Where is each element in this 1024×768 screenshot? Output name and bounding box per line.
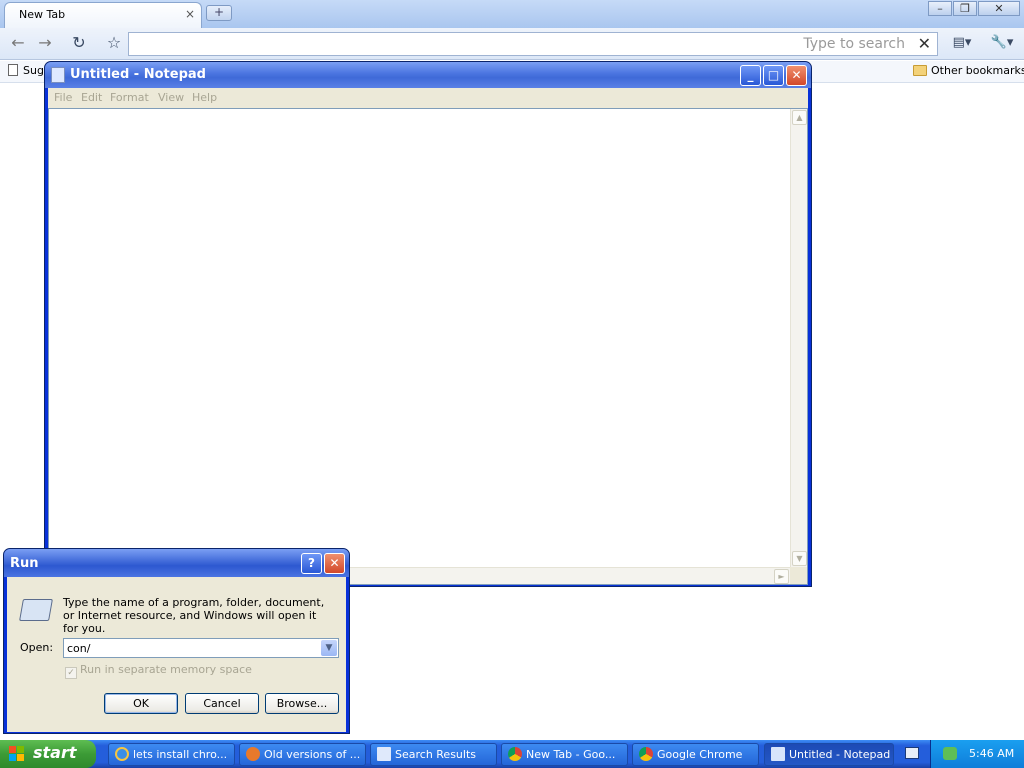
chevron-down-icon[interactable]: ▼ (321, 640, 337, 656)
menu-file[interactable]: File (54, 91, 72, 104)
system-tray: 5:46 AM (930, 740, 1024, 768)
cancel-button[interactable]: Cancel (185, 693, 259, 714)
keyboard-icon[interactable] (905, 747, 919, 759)
taskbar-item-label: Google Chrome (657, 748, 743, 761)
notepad-close-button[interactable]: ✕ (786, 65, 807, 86)
notepad-title-bar[interactable]: Untitled - Notepad _ □ ✕ (45, 62, 811, 88)
run-body: Type the name of a program, folder, docu… (7, 577, 346, 732)
ok-button[interactable]: OK (104, 693, 178, 714)
taskbar-item-old-versions[interactable]: Old versions of ... (239, 743, 366, 766)
taskbar-item-ie[interactable]: lets install chro... (108, 743, 235, 766)
bookmark-item[interactable]: Sug (8, 64, 44, 77)
browser-restore-button[interactable]: ❐ (953, 1, 977, 16)
taskbar-item-label: Untitled - Notepad (789, 748, 891, 761)
menu-help[interactable]: Help (192, 91, 217, 104)
clear-icon[interactable]: ✕ (918, 34, 931, 53)
run-program-icon (19, 599, 53, 621)
tab-strip: New Tab × + – ❐ ✕ (0, 0, 1024, 28)
page-menu-button[interactable]: ▤▾ (946, 32, 978, 56)
tab-new-tab[interactable]: New Tab × (4, 2, 202, 28)
help-button[interactable]: ? (301, 553, 322, 574)
bookmark-star-icon[interactable]: ☆ (101, 32, 127, 56)
open-input[interactable] (67, 640, 317, 656)
menu-edit[interactable]: Edit (81, 91, 102, 104)
notepad-icon (51, 67, 65, 83)
notepad-icon (771, 747, 785, 761)
search-results-icon (377, 747, 391, 761)
taskbar-item-label: Old versions of ... (264, 748, 361, 761)
tab-close-icon[interactable]: × (185, 7, 195, 21)
network-icon[interactable] (943, 747, 957, 760)
firefox-icon (246, 747, 260, 761)
taskbar-item-search-results[interactable]: Search Results (370, 743, 497, 766)
address-input[interactable] (133, 35, 783, 53)
taskbar-item-google-chrome[interactable]: Google Chrome (632, 743, 759, 766)
windows-logo-icon (9, 746, 26, 762)
forward-button[interactable]: → (32, 32, 58, 56)
start-label: start (33, 743, 77, 762)
run-dialog: Run ? ✕ Type the name of a program, fold… (3, 548, 350, 734)
chrome-icon (508, 747, 522, 761)
menu-format[interactable]: Format (110, 91, 149, 104)
separate-memory-checkbox: ✓ Run in separate memory space (65, 663, 252, 679)
reload-button[interactable]: ↻ (66, 32, 92, 56)
taskbar-item-new-tab[interactable]: New Tab - Goo... (501, 743, 628, 766)
notepad-text-area[interactable]: ▲ ▼ ► (48, 108, 808, 585)
back-button[interactable]: ← (5, 32, 31, 56)
run-close-button[interactable]: ✕ (324, 553, 345, 574)
scroll-down-icon[interactable]: ▼ (792, 551, 807, 566)
open-label: Open: (20, 641, 54, 654)
run-description: Type the name of a program, folder, docu… (63, 596, 325, 635)
omnibox[interactable]: Type to search ✕ (128, 32, 938, 56)
start-button[interactable]: start (0, 740, 96, 768)
scroll-right-icon[interactable]: ► (774, 569, 789, 584)
notepad-title: Untitled - Notepad (70, 67, 206, 82)
browser-toolbar: ← → ↻ ☆ Type to search ✕ ▤▾ 🔧▾ (0, 28, 1024, 60)
resize-grip-icon[interactable] (790, 567, 807, 584)
browser-minimize-button[interactable]: – (928, 1, 952, 16)
browse-button[interactable]: Browse... (265, 693, 339, 714)
tab-title: New Tab (19, 8, 66, 21)
taskbar-item-label: lets install chro... (133, 748, 228, 761)
checkbox-label: Run in separate memory space (80, 663, 252, 676)
other-bookmarks-button[interactable]: Other bookmarks (913, 64, 1024, 77)
run-title: Run (10, 556, 39, 571)
chrome-icon (639, 747, 653, 761)
taskbar: start lets install chro... Old versions … (0, 740, 1024, 768)
notepad-menu-bar: File Edit Format View Help (48, 88, 808, 108)
checkbox-check-icon: ✓ (65, 667, 77, 679)
menu-view[interactable]: View (158, 91, 184, 104)
wrench-menu-button[interactable]: 🔧▾ (984, 32, 1020, 56)
notepad-maximize-button[interactable]: □ (763, 65, 784, 86)
bookmark-label: Sug (23, 64, 44, 77)
taskbar-item-label: New Tab - Goo... (526, 748, 616, 761)
open-combobox[interactable]: ▼ (63, 638, 339, 658)
other-bookmarks-label: Other bookmarks (931, 64, 1024, 77)
new-tab-button[interactable]: + (206, 5, 232, 21)
browser-close-button[interactable]: ✕ (978, 1, 1020, 16)
page-icon (8, 64, 18, 76)
folder-icon (913, 65, 927, 76)
notepad-window: Untitled - Notepad _ □ ✕ File Edit Forma… (44, 61, 812, 587)
taskbar-item-notepad[interactable]: Untitled - Notepad (764, 743, 894, 766)
run-title-bar[interactable]: Run ? ✕ (4, 549, 349, 577)
notepad-minimize-button[interactable]: _ (740, 65, 761, 86)
clock[interactable]: 5:46 AM (969, 747, 1014, 760)
ie-icon (115, 747, 129, 761)
scroll-up-icon[interactable]: ▲ (792, 110, 807, 125)
vertical-scrollbar[interactable]: ▲ ▼ (790, 109, 807, 567)
search-placeholder: Type to search (803, 36, 905, 52)
taskbar-item-label: Search Results (395, 748, 477, 761)
